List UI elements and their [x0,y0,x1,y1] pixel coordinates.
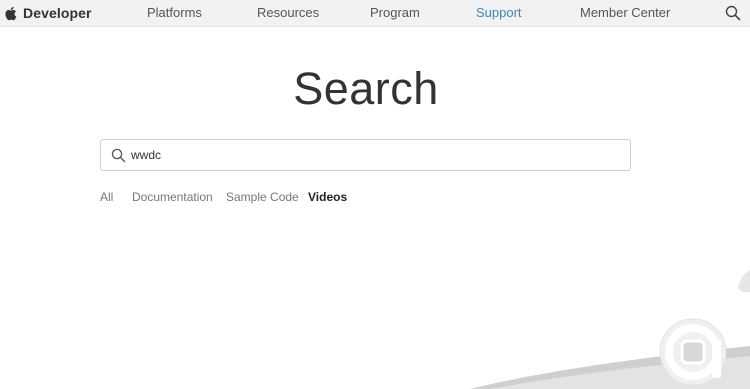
developer-home-link[interactable]: Developer [4,0,92,26]
nav-item-member-center[interactable]: Member Center [580,0,670,26]
nav-item-support[interactable]: Support [476,0,522,26]
nav-item-resources[interactable]: Resources [257,0,319,26]
watermark-logo-icon [470,270,750,389]
search-icon [111,148,126,163]
nav-item-platforms[interactable]: Platforms [147,0,202,26]
search-icon[interactable] [725,5,741,21]
search-input[interactable] [131,144,611,166]
filter-tab-sample-code[interactable]: Sample Code [226,189,299,205]
brand-label: Developer [23,5,92,21]
filter-tab-all[interactable]: All [100,189,113,205]
top-navigation-bar: Developer Platforms Resources Program Su… [0,0,750,27]
filter-tab-videos[interactable]: Videos [308,189,347,205]
page-title: Search [293,63,439,114]
search-field[interactable] [100,139,631,171]
nav-item-program[interactable]: Program [370,0,420,26]
filter-tab-documentation[interactable]: Documentation [132,189,213,205]
apple-logo-icon [5,6,17,20]
